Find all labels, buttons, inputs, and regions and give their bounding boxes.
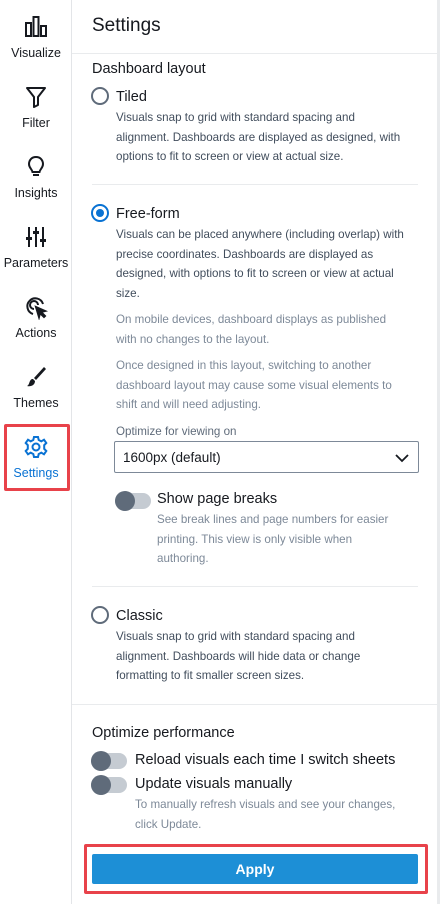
sidebar-item-label: Actions (15, 326, 57, 340)
tiled-description: Visuals snap to grid with standard spaci… (116, 111, 401, 163)
sidebar-item-label: Insights (14, 186, 58, 200)
classic-label: Classic (116, 608, 163, 624)
classic-description: Visuals snap to grid with standard spaci… (116, 630, 361, 682)
dashboard-layout-title: Dashboard layout (92, 61, 206, 77)
sidebar-item-parameters[interactable]: Parameters (0, 224, 72, 294)
update-manually-label: Update visuals manually (135, 776, 293, 792)
page-breaks-description: See break lines and page numbers for eas… (157, 513, 389, 565)
tiled-radio[interactable] (91, 87, 109, 105)
page-breaks-toggle[interactable] (115, 491, 151, 511)
update-manually-toggle[interactable] (91, 775, 127, 795)
sidebar-item-filter[interactable]: Filter (0, 84, 72, 154)
settings-highlight-box (4, 424, 70, 491)
panel-header: Settings (72, 0, 440, 54)
sidebar-item-label: Parameters (3, 256, 69, 270)
sidebar-item-label: Visualize (11, 46, 61, 60)
settings-panel: Settings Dashboard layout Tiled Visuals … (72, 0, 440, 904)
sidebar-item-insights[interactable]: Insights (0, 154, 72, 224)
optimize-viewing-label: Optimize for viewing on (116, 425, 237, 438)
tiled-label: Tiled (116, 89, 147, 105)
optimize-performance-title: Optimize performance (92, 725, 235, 741)
update-manually-description: To manually refresh visuals and see your… (135, 798, 396, 831)
optimize-viewing-value: 1600px (default) (123, 450, 221, 465)
lightbulb-icon (23, 154, 49, 180)
brush-icon (23, 364, 49, 390)
divider (92, 184, 418, 185)
freeform-radio[interactable] (91, 204, 109, 222)
freeform-label: Free-form (116, 206, 180, 222)
freeform-description: Visuals can be placed anywhere (includin… (116, 228, 404, 300)
reload-visuals-toggle[interactable] (91, 751, 127, 771)
divider (92, 586, 418, 587)
apply-button[interactable]: Apply (92, 854, 418, 884)
sidebar-item-label: Themes (13, 396, 59, 410)
chevron-down-icon (394, 451, 410, 463)
cursor-click-icon (23, 294, 49, 320)
mobile-note: On mobile devices, dashboard displays as… (116, 313, 387, 346)
switch-layout-note: Once designed in this layout, switching … (116, 359, 392, 411)
reload-visuals-label: Reload visuals each time I switch sheets (135, 752, 396, 768)
page-breaks-label: Show page breaks (157, 491, 278, 507)
sidebar-item-visualize[interactable]: Visualize (0, 14, 72, 84)
filter-icon (23, 84, 49, 110)
section-divider (72, 704, 437, 705)
classic-radio[interactable] (91, 606, 109, 624)
panel-title: Settings (92, 15, 161, 36)
sidebar-item-label: Filter (22, 116, 50, 130)
optimize-viewing-select[interactable]: 1600px (default) (114, 441, 419, 473)
bar-chart-icon (23, 14, 49, 40)
sliders-icon (23, 224, 49, 250)
sidebar-item-actions[interactable]: Actions (0, 294, 72, 364)
